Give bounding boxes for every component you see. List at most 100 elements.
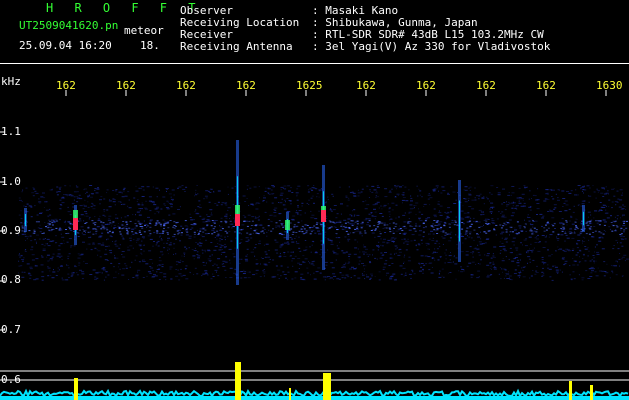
noise-pixel <box>398 216 400 218</box>
noise-pixel <box>476 277 480 279</box>
noise-pixel <box>527 250 530 252</box>
noise-pixel <box>212 221 216 223</box>
noise-pixel <box>489 208 491 210</box>
noise-pixel <box>234 186 236 188</box>
noise-pixel <box>276 252 279 254</box>
noise-pixel <box>586 224 589 226</box>
noise-pixel <box>558 211 562 212</box>
noise-pixel <box>68 277 70 278</box>
noise-pixel <box>597 220 600 222</box>
noise-pixel <box>493 229 496 231</box>
noise-pixel <box>65 194 68 196</box>
noise-pixel <box>255 202 259 204</box>
noise-pixel <box>103 198 106 200</box>
noise-pixel <box>87 196 89 198</box>
noise-pixel <box>574 221 577 223</box>
noise-pixel <box>287 243 290 245</box>
noise-pixel <box>362 201 365 203</box>
noise-pixel <box>245 237 249 239</box>
noise-pixel <box>438 212 442 214</box>
noise-pixel <box>281 224 283 226</box>
noise-pixel <box>388 227 391 229</box>
noise-pixel <box>557 246 559 248</box>
noise-pixel <box>63 240 65 242</box>
noise-pixel <box>525 231 527 232</box>
noise-pixel <box>624 260 626 262</box>
noise-pixel <box>118 273 120 275</box>
noise-pixel <box>297 185 301 187</box>
noise-pixel <box>340 213 342 215</box>
noise-pixel <box>449 259 451 261</box>
noise-pixel <box>375 195 377 197</box>
noise-pixel <box>389 231 392 233</box>
noise-pixel <box>193 258 195 260</box>
noise-pixel <box>124 195 128 197</box>
noise-pixel <box>286 266 289 268</box>
noise-pixel <box>336 221 339 223</box>
noise-pixel <box>263 272 266 274</box>
noise-pixel <box>275 225 277 227</box>
noise-pixel <box>288 190 291 192</box>
noise-pixel <box>402 197 406 198</box>
noise-pixel <box>383 263 387 265</box>
noise-pixel <box>325 237 327 239</box>
noise-pixel <box>596 253 600 255</box>
noise-pixel <box>570 227 572 229</box>
noise-pixel <box>374 218 376 220</box>
noise-pixel <box>220 217 223 219</box>
noise-pixel <box>140 208 143 210</box>
noise-pixel <box>489 274 492 276</box>
noise-pixel <box>249 187 252 189</box>
noise-pixel <box>598 231 601 233</box>
noise-pixel <box>73 199 75 201</box>
noise-pixel <box>84 223 87 224</box>
noise-pixel <box>438 273 440 275</box>
noise-pixel <box>536 203 540 204</box>
noise-pixel <box>470 223 473 225</box>
noise-pixel <box>526 251 527 253</box>
noise-pixel <box>438 243 440 245</box>
noise-pixel <box>529 277 531 279</box>
noise-pixel <box>360 223 364 225</box>
noise-pixel <box>372 254 373 256</box>
noise-pixel <box>442 243 444 245</box>
noise-pixel <box>48 219 50 221</box>
noise-pixel <box>356 230 360 232</box>
noise-pixel <box>595 275 599 277</box>
noise-pixel <box>214 245 218 247</box>
noise-pixel <box>234 231 236 233</box>
noise-pixel <box>112 201 116 203</box>
noise-pixel <box>490 257 493 259</box>
noise-pixel <box>262 258 264 259</box>
noise-pixel <box>525 238 528 240</box>
noise-pixel <box>603 261 606 263</box>
noise-pixel <box>264 211 267 213</box>
noise-pixel <box>357 256 361 258</box>
noise-pixel <box>532 270 534 271</box>
noise-pixel <box>437 259 440 261</box>
noise-pixel <box>538 241 540 243</box>
noise-pixel <box>502 245 506 247</box>
noise-pixel <box>380 252 383 254</box>
noise-pixel <box>570 216 573 218</box>
noise-pixel <box>619 265 620 267</box>
noise-pixel <box>502 271 503 273</box>
noise-pixel <box>403 238 406 240</box>
noise-pixel <box>542 267 544 269</box>
noise-pixel <box>50 274 52 276</box>
noise-pixel <box>399 248 402 250</box>
noise-pixel <box>351 215 352 217</box>
noise-pixel <box>515 249 518 251</box>
noise-pixel <box>67 194 69 196</box>
noise-pixel <box>189 217 192 218</box>
noise-pixel <box>168 214 171 216</box>
noise-pixel <box>380 222 383 224</box>
noise-pixel <box>354 247 358 249</box>
noise-pixel <box>24 251 27 252</box>
noise-pixel <box>415 244 417 246</box>
noise-pixel <box>470 252 472 253</box>
noise-pixel <box>471 237 473 239</box>
noise-pixel <box>184 220 187 222</box>
noise-pixel <box>469 186 472 188</box>
time-tick-marks <box>65 90 607 96</box>
